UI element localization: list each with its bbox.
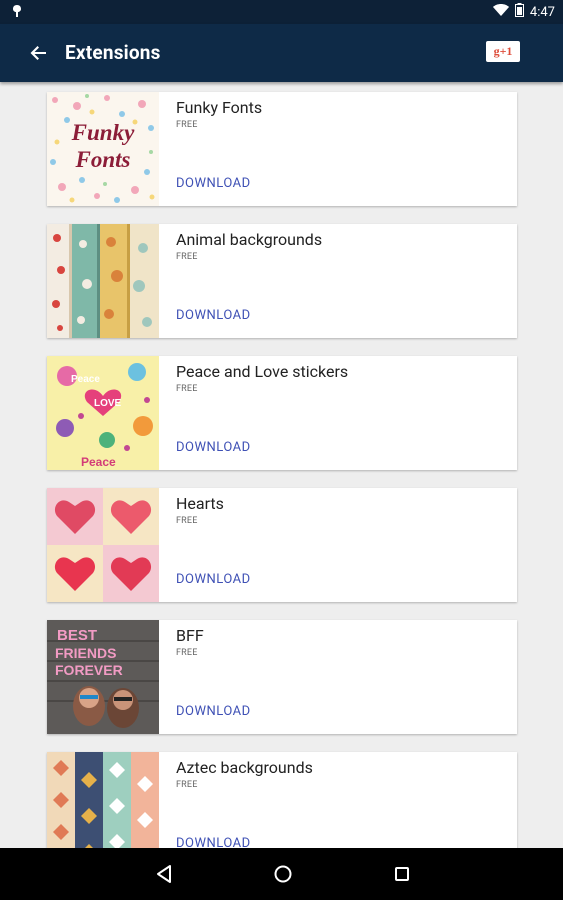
home-circle-icon[interactable] bbox=[273, 864, 293, 888]
download-button[interactable]: DOWNLOAD bbox=[176, 440, 251, 455]
recents-square-icon[interactable] bbox=[393, 864, 411, 888]
download-button[interactable]: DOWNLOAD bbox=[176, 836, 251, 848]
hearts-thumbnail bbox=[47, 488, 159, 602]
wifi-icon bbox=[492, 3, 509, 21]
download-button[interactable]: DOWNLOAD bbox=[176, 176, 251, 191]
battery-icon bbox=[514, 3, 524, 21]
extension-price: FREE bbox=[176, 384, 198, 394]
thumb-text-best: BEST bbox=[57, 627, 97, 644]
app-bar: Extensions g+1 bbox=[0, 24, 563, 82]
back-triangle-icon[interactable] bbox=[155, 864, 173, 888]
thumb-text-peace-bottom: Peace bbox=[81, 455, 116, 469]
thumb-text-forever: FOREVER bbox=[55, 662, 123, 678]
extension-price: FREE bbox=[176, 516, 198, 526]
extension-price: FREE bbox=[176, 780, 198, 790]
download-button[interactable]: DOWNLOAD bbox=[176, 572, 251, 587]
thumb-text-funky: Funky bbox=[71, 120, 135, 145]
extension-card: Funky Fonts Funky Fonts FREE DOWNLOAD bbox=[47, 92, 517, 206]
extension-price: FREE bbox=[176, 648, 198, 658]
extension-card: Animal backgrounds FREE DOWNLOAD bbox=[47, 224, 517, 338]
extension-card: BEST FRIENDS FOREVER BFF FREE DOWNLOAD bbox=[47, 620, 517, 734]
navigation-bar bbox=[0, 848, 563, 900]
peace-love-stickers-thumbnail: Peace LOVE Peace bbox=[47, 356, 159, 470]
download-button[interactable]: DOWNLOAD bbox=[176, 704, 251, 719]
extension-card: Hearts FREE DOWNLOAD bbox=[47, 488, 517, 602]
page-title: Extensions bbox=[65, 41, 161, 64]
bff-thumbnail: BEST FRIENDS FOREVER bbox=[47, 620, 159, 734]
notification-icon bbox=[11, 4, 23, 22]
extension-name: Funky Fonts bbox=[176, 98, 263, 117]
back-arrow-icon[interactable] bbox=[28, 42, 50, 64]
extension-card: Peace LOVE Peace Peace and Love stickers… bbox=[47, 356, 517, 470]
extension-name: Hearts bbox=[176, 494, 224, 513]
thumb-text-love: LOVE bbox=[94, 398, 122, 409]
funky-fonts-thumbnail: Funky Fonts bbox=[47, 92, 159, 206]
extension-name: BFF bbox=[176, 626, 204, 645]
extensions-list: Funky Fonts Funky Fonts FREE DOWNLOAD An… bbox=[0, 82, 563, 848]
thumb-text-fonts: Fonts bbox=[75, 147, 131, 172]
clock: 4:47 bbox=[529, 4, 555, 20]
extension-name: Aztec backgrounds bbox=[176, 758, 313, 777]
download-button[interactable]: DOWNLOAD bbox=[176, 308, 251, 323]
aztec-backgrounds-thumbnail bbox=[47, 752, 159, 848]
thumb-text-peace-top: Peace bbox=[71, 374, 100, 385]
extension-price: FREE bbox=[176, 252, 198, 262]
status-bar: 4:47 bbox=[0, 0, 563, 24]
animal-backgrounds-thumbnail bbox=[47, 224, 159, 338]
extension-name: Peace and Love stickers bbox=[176, 362, 349, 381]
google-plus-one-button[interactable]: g+1 bbox=[486, 41, 520, 62]
thumb-text-friends: FRIENDS bbox=[55, 645, 116, 661]
extension-name: Animal backgrounds bbox=[176, 230, 323, 249]
extension-card: Aztec backgrounds FREE DOWNLOAD bbox=[47, 752, 517, 848]
extension-price: FREE bbox=[176, 120, 198, 130]
